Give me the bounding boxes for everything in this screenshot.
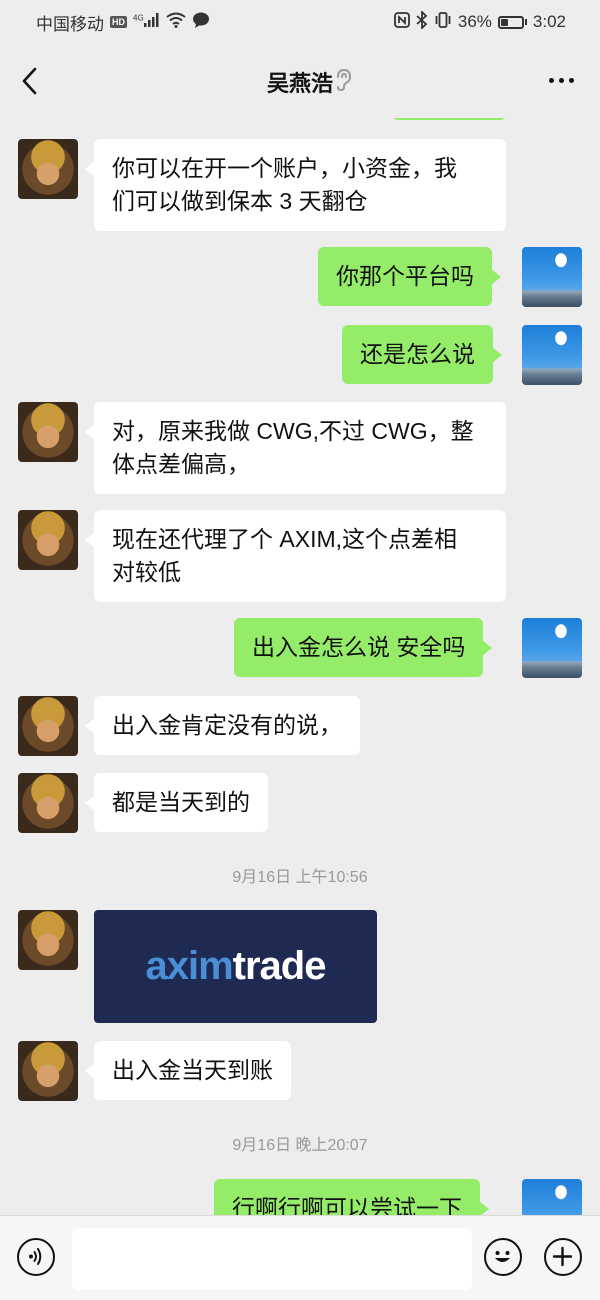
chat-area[interactable]: 你可以在开一个账户，小资金，我 们可以做到保本 3 天翻仓 你那个平台吗 还是怎… (0, 118, 600, 1215)
chat-header: 吴燕浩 (0, 44, 600, 118)
avatar-contact[interactable] (18, 773, 78, 833)
title-wrap: 吴燕浩 (0, 66, 600, 98)
avatar-contact[interactable] (18, 910, 78, 970)
message-line: 们可以做到保本 3 天翻仓 (112, 188, 368, 214)
message-input[interactable] (72, 1228, 472, 1290)
status-right: 36% 3:02 (393, 9, 566, 34)
message-bubble[interactable]: 都是当天到的 (85, 773, 268, 832)
avatar-self[interactable] (522, 1179, 582, 1215)
message-line: 体点差偏高， (112, 451, 250, 477)
timestamp: 9月16日 上午10:56 (232, 869, 368, 886)
message-bubble-partial[interactable] (392, 118, 506, 120)
timestamp: 9月16日 晚上20:07 (232, 1137, 368, 1154)
voice-button[interactable] (17, 1238, 55, 1276)
battery-icon (497, 15, 527, 29)
message-line: 出入金当天到账 (112, 1057, 273, 1083)
message-bubble[interactable]: 你可以在开一个账户，小资金，我 们可以做到保本 3 天翻仓 (85, 139, 506, 231)
message-line: 你可以在开一个账户，小资金，我 (112, 155, 457, 181)
nfc-icon (393, 11, 410, 33)
message-bubble[interactable]: 你那个平台吗 (318, 247, 501, 306)
message-line: 对较低 (112, 559, 181, 585)
message-bubble[interactable]: 还是怎么说 (342, 325, 502, 384)
message-bubble[interactable]: 对，原来我做 CWG,不过 CWG，整 体点差偏高， (85, 402, 506, 494)
signal-icon: 4G (133, 12, 160, 32)
avatar-contact[interactable] (18, 696, 78, 756)
message-bubble[interactable]: 出入金当天到账 (85, 1041, 291, 1100)
more-dots-icon (549, 78, 554, 83)
contact-name[interactable]: 吴燕浩 (267, 71, 333, 96)
avatar-contact[interactable] (18, 139, 78, 199)
avatar-self[interactable] (522, 325, 582, 385)
plus-button[interactable] (544, 1238, 582, 1276)
clock: 3:02 (532, 12, 566, 31)
bluetooth-icon (416, 9, 428, 34)
input-bar (0, 1215, 600, 1300)
image-message[interactable]: aximtrade (94, 910, 377, 1023)
message-line: 出入金肯定没有的说， (112, 712, 342, 738)
message-line: 出入金怎么说 安全吗 (252, 634, 466, 660)
message-bubble[interactable]: 出入金怎么说 安全吗 (234, 618, 493, 677)
emoji-button[interactable] (484, 1238, 522, 1276)
battery-percent: 36% (457, 12, 492, 31)
wifi-icon (166, 12, 186, 33)
message-line: 还是怎么说 (360, 341, 475, 367)
message-line: 你那个平台吗 (336, 263, 474, 289)
message-bubble[interactable]: 行啊行啊可以尝试一下 (214, 1179, 489, 1215)
aximtrade-logo: aximtrade (145, 944, 327, 988)
more-button[interactable] (549, 78, 574, 83)
carrier-name: 中国移动 (36, 14, 104, 34)
vibrate-icon (434, 11, 452, 33)
avatar-self[interactable] (522, 618, 582, 678)
avatar-contact[interactable] (18, 402, 78, 462)
status-left: 中国移动 HD 4G (36, 10, 210, 35)
message-line: 现在还代理了个 AXIM,这个点差相 (112, 526, 458, 552)
hd-badge: HD (110, 16, 127, 28)
message-bubble[interactable]: 现在还代理了个 AXIM,这个点差相 对较低 (85, 510, 506, 602)
avatar-contact[interactable] (18, 510, 78, 570)
message-line: 都是当天到的 (112, 789, 250, 815)
network-type: 4G (133, 13, 144, 23)
message-bubble[interactable]: 出入金肯定没有的说， (85, 696, 360, 755)
avatar-self[interactable] (522, 247, 582, 307)
ear-icon (334, 68, 352, 97)
avatar-contact[interactable] (18, 1041, 78, 1101)
status-bar: 中国移动 HD 4G 36% 3:02 (0, 0, 600, 44)
message-notification-icon (192, 12, 210, 33)
message-line: 行啊行啊可以尝试一下 (232, 1195, 462, 1215)
message-line: 对，原来我做 CWG,不过 CWG，整 (112, 418, 474, 444)
